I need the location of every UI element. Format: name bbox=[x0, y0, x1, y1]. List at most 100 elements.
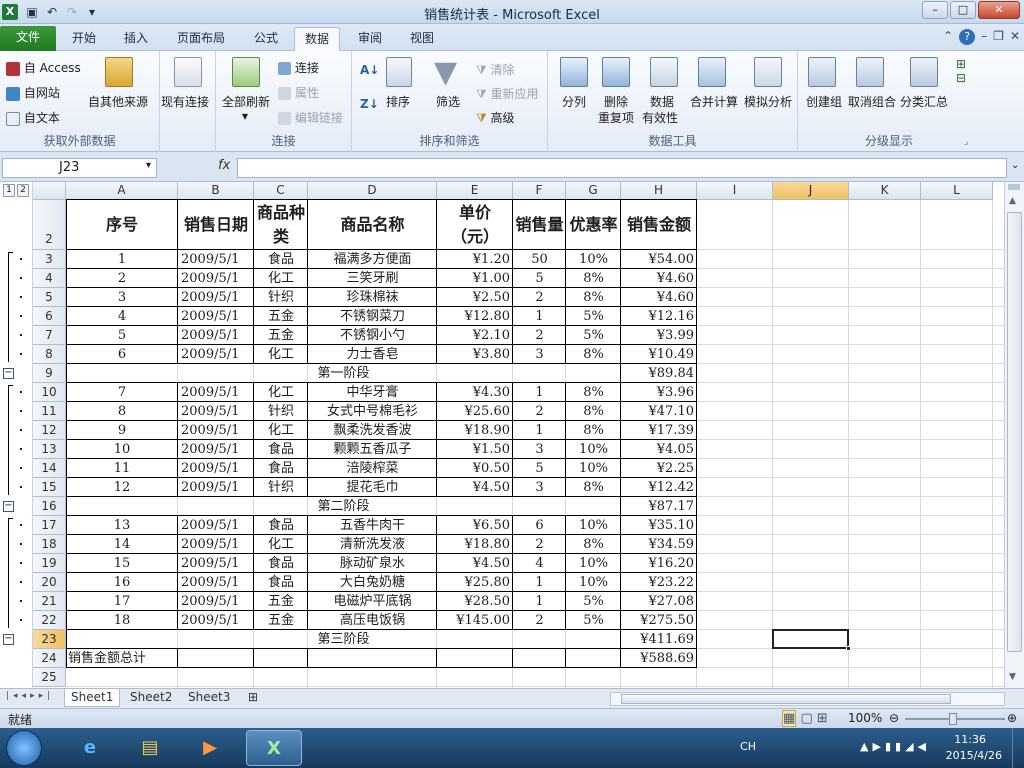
row-header[interactable]: 21 bbox=[33, 592, 66, 611]
data-cell[interactable]: ¥35.10 bbox=[621, 516, 697, 535]
data-cell[interactable]: 2009/5/1 bbox=[178, 516, 254, 535]
data-cell[interactable]: ¥17.39 bbox=[621, 421, 697, 440]
collapse-group-button[interactable]: − bbox=[3, 501, 14, 512]
data-cell[interactable]: ¥54.00 bbox=[621, 250, 697, 269]
subtotal-label[interactable]: 第一阶段 bbox=[66, 364, 621, 383]
data-cell[interactable]: 2009/5/1 bbox=[178, 592, 254, 611]
row-header[interactable]: 11 bbox=[33, 402, 66, 421]
row-header[interactable]: 9 bbox=[33, 364, 66, 383]
data-cell[interactable]: 清新洗发液 bbox=[308, 535, 437, 554]
data-cell[interactable]: 中华牙膏 bbox=[308, 383, 437, 402]
existing-connections-button[interactable]: 现有连接 bbox=[161, 93, 209, 110]
data-cell[interactable]: 食品 bbox=[254, 516, 308, 535]
column-header-J[interactable]: J bbox=[773, 182, 849, 200]
data-cell[interactable]: 女式中号棉毛衫 bbox=[308, 402, 437, 421]
clock-time[interactable]: 11:36 bbox=[954, 733, 986, 746]
zoom-in-icon[interactable]: ⊕ bbox=[1007, 711, 1017, 725]
tab-view[interactable]: 视图 bbox=[400, 27, 444, 51]
data-cell[interactable]: ¥34.59 bbox=[621, 535, 697, 554]
data-cell[interactable]: 福满多方便面 bbox=[308, 250, 437, 269]
data-cell[interactable]: 8% bbox=[566, 345, 621, 364]
data-cell[interactable]: 2009/5/1 bbox=[178, 611, 254, 630]
data-cell[interactable]: 2009/5/1 bbox=[178, 250, 254, 269]
data-cell[interactable]: 针织 bbox=[254, 288, 308, 307]
data-cell[interactable]: 8% bbox=[566, 535, 621, 554]
active-cell-cursor[interactable] bbox=[772, 629, 849, 649]
help-icon[interactable]: ? bbox=[959, 29, 976, 45]
data-cell[interactable]: ¥2.10 bbox=[437, 326, 513, 345]
data-cell[interactable]: ¥1.20 bbox=[437, 250, 513, 269]
row-header[interactable]: 19 bbox=[33, 554, 66, 573]
data-cell[interactable]: ¥6.50 bbox=[437, 516, 513, 535]
horizontal-scrollbar[interactable] bbox=[610, 692, 1005, 706]
data-cell[interactable]: 3 bbox=[513, 345, 566, 364]
column-header-B[interactable]: B bbox=[178, 182, 254, 200]
data-cell[interactable]: 2009/5/1 bbox=[178, 288, 254, 307]
data-cell[interactable]: 2 bbox=[513, 326, 566, 345]
row-header[interactable]: 2 bbox=[33, 200, 66, 250]
what-if-analysis-button[interactable]: 模拟分析 bbox=[744, 93, 792, 110]
normal-view-icon[interactable]: ▦ bbox=[782, 710, 797, 727]
start-button-icon[interactable] bbox=[6, 730, 42, 766]
data-cell[interactable]: 大白兔奶糖 bbox=[308, 573, 437, 592]
refresh-dropdown-icon[interactable]: ▾ bbox=[242, 109, 248, 123]
data-cell[interactable]: 颗颗五香瓜子 bbox=[308, 440, 437, 459]
tab-page-layout[interactable]: 页面布局 bbox=[170, 27, 232, 51]
data-cell[interactable]: 涪陵榨菜 bbox=[308, 459, 437, 478]
tab-review[interactable]: 审阅 bbox=[348, 27, 392, 51]
subtotal-button[interactable]: 分类汇总 bbox=[900, 93, 948, 110]
data-cell[interactable]: 1 bbox=[66, 250, 178, 269]
row-header[interactable]: 8 bbox=[33, 345, 66, 364]
show-detail-icon[interactable]: ⊞ ⊟ bbox=[956, 57, 966, 85]
column-header-A[interactable]: A bbox=[66, 182, 178, 200]
data-validation-button[interactable]: 数据 bbox=[650, 93, 674, 110]
column-header-L[interactable]: L bbox=[921, 182, 993, 200]
data-cell[interactable]: 5 bbox=[513, 459, 566, 478]
clock-date[interactable]: 2015/4/26 bbox=[946, 749, 1002, 762]
media-player-icon[interactable]: ▶ bbox=[182, 730, 238, 766]
data-cell[interactable]: 12 bbox=[66, 478, 178, 497]
collapse-group-button[interactable]: − bbox=[3, 634, 14, 645]
data-cell[interactable]: 2009/5/1 bbox=[178, 307, 254, 326]
worksheet-grid[interactable]: 1 2 A B C D E F G H I J K L 2 3 4 5 6 7 8 9 10 11 12 13 14 15 16 17… bbox=[0, 182, 1004, 688]
vertical-scrollbar[interactable]: ▲ ▼ bbox=[1004, 182, 1024, 688]
split-box[interactable] bbox=[1008, 184, 1020, 190]
row-header[interactable]: 22 bbox=[33, 611, 66, 630]
refresh-all-button[interactable]: 全部刷新 bbox=[222, 93, 270, 110]
data-cell[interactable]: ¥12.80 bbox=[437, 307, 513, 326]
data-cell[interactable]: 5% bbox=[566, 611, 621, 630]
connections-button[interactable]: 连接 bbox=[278, 59, 319, 76]
data-cell[interactable]: 5 bbox=[66, 326, 178, 345]
column-header-D[interactable]: D bbox=[308, 182, 437, 200]
data-cell[interactable]: 11 bbox=[66, 459, 178, 478]
row-header[interactable]: 5 bbox=[33, 288, 66, 307]
row-header[interactable]: 17 bbox=[33, 516, 66, 535]
data-cell[interactable]: 5% bbox=[566, 307, 621, 326]
data-cell[interactable]: 1 bbox=[513, 421, 566, 440]
sort-descending-icon[interactable]: Z↓ bbox=[360, 97, 379, 111]
data-cell[interactable]: 5% bbox=[566, 592, 621, 611]
data-cell[interactable]: ¥25.60 bbox=[437, 402, 513, 421]
data-cell[interactable]: 针织 bbox=[254, 478, 308, 497]
subtotal-amount[interactable]: ¥87.17 bbox=[621, 497, 697, 516]
data-cell[interactable]: 2009/5/1 bbox=[178, 326, 254, 345]
data-cell[interactable]: 化工 bbox=[254, 421, 308, 440]
from-other-sources-button[interactable]: 自其他来源 bbox=[88, 93, 148, 110]
name-box-dropdown-icon[interactable]: ▾ bbox=[146, 160, 151, 171]
data-cell[interactable]: ¥28.50 bbox=[437, 592, 513, 611]
data-cell[interactable]: 10% bbox=[566, 573, 621, 592]
sheet-tab-2[interactable]: Sheet2 bbox=[124, 689, 178, 707]
data-cell[interactable]: 2009/5/1 bbox=[178, 421, 254, 440]
data-cell[interactable]: 10 bbox=[66, 440, 178, 459]
doc-restore-icon[interactable]: ❐ bbox=[993, 29, 1004, 45]
data-cell[interactable]: 2009/5/1 bbox=[178, 535, 254, 554]
data-cell[interactable]: 提花毛巾 bbox=[308, 478, 437, 497]
column-header-G[interactable]: G bbox=[566, 182, 621, 200]
data-cell[interactable]: 2 bbox=[513, 402, 566, 421]
text-to-columns-button[interactable]: 分列 bbox=[562, 93, 586, 110]
data-cell[interactable]: 16 bbox=[66, 573, 178, 592]
data-cell[interactable]: 三笑牙刷 bbox=[308, 269, 437, 288]
data-cell[interactable]: 2009/5/1 bbox=[178, 345, 254, 364]
excel-taskbar-icon[interactable]: X bbox=[246, 730, 302, 766]
data-cell[interactable]: 10% bbox=[566, 516, 621, 535]
